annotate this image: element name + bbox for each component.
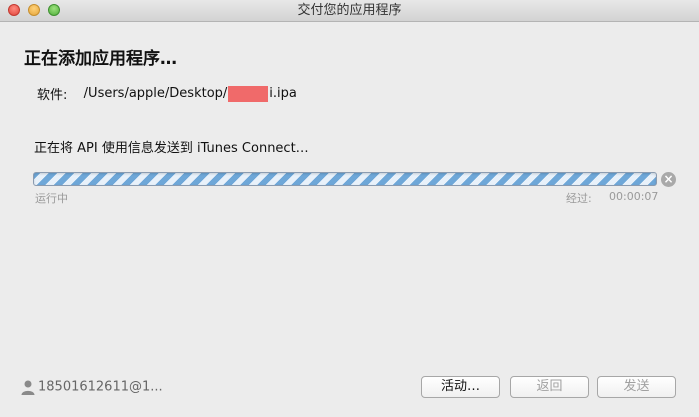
account-indicator: 18501612611@1...: [20, 379, 163, 395]
indeterminate-progress-bar: [33, 172, 657, 186]
running-status: 运行中: [35, 192, 68, 205]
window-title: 交付您的应用程序: [297, 3, 402, 18]
software-path-row: 软件: /Users/apple/Desktop/i.ipa: [37, 84, 297, 103]
status-message: 正在将 API 使用信息发送到 iTunes Connect…: [34, 141, 309, 156]
elapsed-time: 00:00:07: [609, 190, 659, 203]
page-title: 正在添加应用程序…: [24, 49, 177, 69]
software-label: 软件:: [37, 88, 68, 103]
user-icon: [21, 380, 35, 395]
account-email: 18501612611@1...: [38, 379, 163, 395]
elapsed-label: 经过:: [566, 192, 592, 205]
redacted-filename: [228, 85, 269, 102]
send-button[interactable]: 发送: [597, 376, 676, 398]
title-bar: 交付您的应用程序: [0, 0, 699, 22]
deliver-app-window: 交付您的应用程序 正在添加应用程序… 软件: /Users/apple/Desk…: [0, 0, 699, 417]
back-button[interactable]: 返回: [510, 376, 589, 398]
software-path-suffix: i.ipa: [269, 86, 297, 101]
activity-button[interactable]: 活动…: [421, 376, 500, 398]
close-circle-icon[interactable]: ×: [661, 172, 676, 187]
software-path-prefix: /Users/apple/Desktop/: [83, 86, 228, 101]
